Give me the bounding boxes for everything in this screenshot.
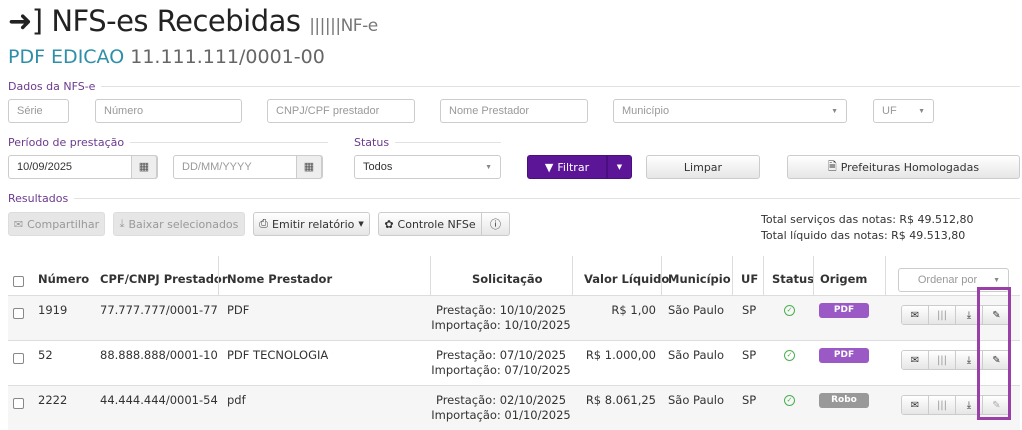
gear-icon: ✿ xyxy=(384,217,394,231)
chevron-down-icon: ▼ xyxy=(831,108,838,115)
barcode-icon[interactable]: ||| xyxy=(929,306,956,324)
table-row[interactable]: 52 88.888.888/0001-10 PDF TECNOLOGIA Pre… xyxy=(8,340,1020,385)
filtrar-button[interactable]: ▼ Filtrar xyxy=(527,155,607,179)
calendar-icon[interactable]: ▦ xyxy=(296,155,322,179)
municipio-select[interactable]: Município ▼ xyxy=(613,99,847,123)
cell-nome: PDF xyxy=(227,303,250,317)
select-all-checkbox[interactable] xyxy=(13,276,24,287)
cell-municipio: São Paulo xyxy=(668,303,725,317)
cell-valor: R$ 1.000,00 xyxy=(585,348,656,362)
chevron-down-icon: ▼ xyxy=(485,164,492,171)
date-to-input[interactable]: DD/MM/YYYY ▦ xyxy=(173,155,323,179)
page-title: ➜] NFS-es Recebidas ||||||NF-e xyxy=(8,4,378,38)
nome-prestador-input[interactable]: Nome Prestador xyxy=(440,99,588,123)
uf-select[interactable]: UF ▼ xyxy=(873,99,934,123)
sign-in-icon: ➜] xyxy=(8,4,43,38)
col-uf[interactable]: UF xyxy=(741,272,758,286)
check-circle-icon: ✓ xyxy=(784,305,795,316)
row-checkbox[interactable] xyxy=(13,398,24,409)
company-header: PDF EDICAO 11.111.111/0001-00 xyxy=(8,46,325,68)
cell-municipio: São Paulo xyxy=(668,348,725,362)
cell-solicitacao: Prestação: 02/10/2025 Importação: 01/10/2… xyxy=(431,393,571,422)
caret-down-icon: ▼ xyxy=(358,220,364,228)
cnpj-input[interactable]: CNPJ/CPF prestador xyxy=(267,99,415,123)
cell-uf: SP xyxy=(742,303,757,317)
nfe-link[interactable]: ||||||NF-e xyxy=(309,16,378,36)
filtrar-dropdown-button[interactable]: ▼ xyxy=(607,155,632,179)
col-origem[interactable]: Origem xyxy=(820,272,867,286)
calendar-icon[interactable]: ▦ xyxy=(131,155,157,179)
cell-numero: 52 xyxy=(38,348,53,362)
cell-uf: SP xyxy=(742,393,757,407)
cell-nome: PDF TECNOLOGIA xyxy=(227,348,329,362)
envelope-icon[interactable]: ✉ xyxy=(902,396,929,414)
col-solicitacao[interactable]: Solicitação xyxy=(472,272,543,286)
origem-badge: PDF xyxy=(819,348,869,363)
col-status[interactable]: Status xyxy=(772,272,814,286)
envelope-icon[interactable]: ✉ xyxy=(902,306,929,324)
highlight-box xyxy=(977,287,1011,420)
envelope-icon: ✉ xyxy=(13,217,24,231)
section-dados: Dados da NFS-e xyxy=(8,80,1020,93)
envelope-icon[interactable]: ✉ xyxy=(902,351,929,369)
table-row[interactable]: 2222 44.444.444/0001-54 pdf Prestação: 0… xyxy=(8,385,1020,430)
cell-uf: SP xyxy=(742,348,757,362)
controle-nfse-button[interactable]: ✿ Controle NFSe xyxy=(378,212,482,236)
chevron-down-icon: ▼ xyxy=(918,108,925,115)
print-icon: ⎙ xyxy=(259,217,269,230)
col-valor[interactable]: Valor Líquido xyxy=(584,272,669,286)
section-periodo: Período de prestação xyxy=(8,136,328,149)
file-icon: 🗎 xyxy=(827,159,837,173)
serie-input[interactable]: Série xyxy=(8,99,69,123)
cell-cnpj: 44.444.444/0001-54 xyxy=(100,393,218,407)
cell-cnpj: 77.777.777/0001-77 xyxy=(100,303,218,317)
origem-badge: Robo xyxy=(819,393,869,408)
cell-cnpj: 88.888.888/0001-10 xyxy=(100,348,218,362)
col-cnpj[interactable]: CPF/CNPJ Prestador xyxy=(100,272,228,286)
cell-solicitacao: Prestação: 07/10/2025 Importação: 07/10/2… xyxy=(431,348,571,377)
check-circle-icon: ✓ xyxy=(784,350,795,361)
compartilhar-button[interactable]: ✉ Compartilhar xyxy=(8,212,105,236)
row-checkbox[interactable] xyxy=(13,353,24,364)
emitir-relatorio-button[interactable]: ⎙ Emitir relatório ▼ xyxy=(253,212,370,236)
info-button[interactable]: ⓘ xyxy=(481,212,510,236)
baixar-selecionados-button[interactable]: ⤓ Baixar selecionados xyxy=(113,212,245,236)
barcode-icon[interactable]: ||| xyxy=(929,396,956,414)
numero-input[interactable]: Número xyxy=(95,99,242,123)
cell-numero: 2222 xyxy=(38,393,68,407)
filter-icon: ▼ xyxy=(544,160,554,174)
col-municipio[interactable]: Município xyxy=(668,272,731,286)
download-icon: ⤓ xyxy=(119,217,125,230)
col-numero[interactable]: Número xyxy=(38,272,89,286)
cell-solicitacao: Prestação: 10/10/2025 Importação: 10/10/2… xyxy=(431,303,571,332)
table-header: Número CPF/CNPJ Prestador Nome Prestador… xyxy=(8,256,1020,295)
section-resultados: Resultados xyxy=(8,192,1020,205)
chevron-down-icon: ▼ xyxy=(993,277,1000,284)
barcode-icon: |||||| xyxy=(309,16,341,36)
check-circle-icon: ✓ xyxy=(784,395,795,406)
cell-municipio: São Paulo xyxy=(668,393,725,407)
date-from-input[interactable]: 10/09/2025 ▦ xyxy=(8,155,158,179)
row-checkbox[interactable] xyxy=(13,308,24,319)
cell-numero: 1919 xyxy=(38,303,68,317)
origem-badge: PDF xyxy=(819,303,869,318)
barcode-icon[interactable]: ||| xyxy=(929,351,956,369)
cell-valor: R$ 1,00 xyxy=(611,303,656,317)
table-row[interactable]: 1919 77.777.777/0001-77 PDF Prestação: 1… xyxy=(8,295,1020,340)
limpar-button[interactable]: Limpar xyxy=(646,155,760,179)
col-nome[interactable]: Nome Prestador xyxy=(227,272,332,286)
cell-nome: pdf xyxy=(227,393,246,407)
section-status: Status xyxy=(354,136,501,149)
caret-down-icon: ▼ xyxy=(616,163,623,171)
total-servicos: Total serviços das notas: R$ 49.512,80 xyxy=(761,213,974,226)
info-icon: ⓘ xyxy=(490,218,501,231)
cell-valor: R$ 8.061,25 xyxy=(585,393,656,407)
total-liquido: Total líquido das notas: R$ 49.513,80 xyxy=(761,229,966,242)
prefeituras-button[interactable]: 🗎 Prefeituras Homologadas xyxy=(787,155,1020,179)
status-select[interactable]: Todos ▼ xyxy=(354,155,501,179)
